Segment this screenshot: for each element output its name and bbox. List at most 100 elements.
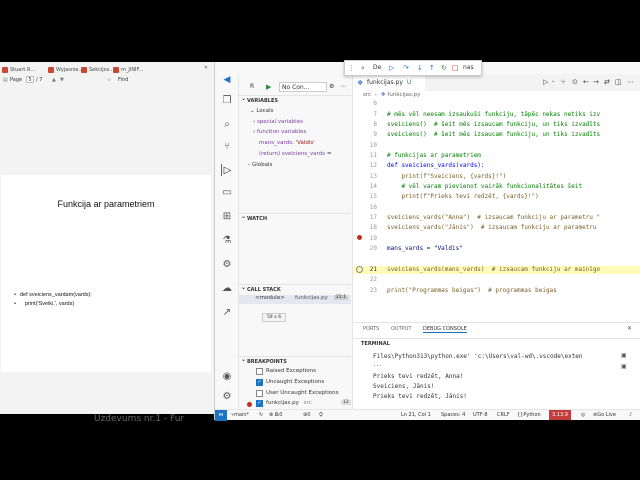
code-line: # vēl varam pievienot vairāk funkcionali…: [387, 183, 583, 190]
launch-config-select[interactable]: No Con...: [279, 82, 327, 92]
line-number: 18: [369, 224, 377, 231]
branch-indicator[interactable]: ⑂ main*: [231, 410, 249, 420]
source-control-icon[interactable]: ⑂: [221, 140, 233, 152]
run-file-icon[interactable]: ▷: [543, 78, 548, 86]
continue-icon[interactable]: ▷: [389, 61, 394, 75]
down-icon[interactable]: ▼: [60, 75, 64, 85]
call-stack-frame[interactable]: <module> funkcijas.py 21:1: [239, 295, 351, 304]
raised-exceptions-checkbox[interactable]: [256, 368, 263, 375]
docker-icon[interactable]: ☁: [221, 282, 233, 294]
breakpoints-section-header[interactable]: BREAKPOINTS: [239, 355, 351, 366]
close-panel-icon[interactable]: ✕: [627, 325, 632, 332]
go-live-button[interactable]: ⊚ Go Live: [593, 410, 616, 420]
call-stack-section-header[interactable]: CALL STACK: [239, 283, 351, 294]
user-uncaught-exceptions-checkbox[interactable]: [256, 390, 263, 397]
settings-gear-icon[interactable]: ⚙: [329, 80, 334, 94]
terminal-section-header[interactable]: TERMINAL: [353, 338, 640, 348]
sidebar-toggle-icon[interactable]: ▤: [3, 75, 8, 85]
search-icon[interactable]: ⌕: [221, 118, 233, 130]
viewer-tab-active[interactable]: m_JINIF...: [112, 65, 148, 75]
line-number: 8: [373, 121, 377, 128]
close-icon[interactable]: ✕: [204, 65, 208, 71]
breakpoint-icon[interactable]: [357, 235, 362, 240]
variables-section-header[interactable]: VARIABLES: [239, 94, 351, 105]
viewer-tab[interactable]: Stuart R...: [1, 65, 53, 75]
back-icon[interactable]: ←: [583, 78, 589, 86]
watch-section-header[interactable]: WATCH: [239, 212, 351, 223]
dropdown-chevron-icon[interactable]: ⌄: [551, 78, 555, 84]
explorer-icon[interactable]: ❐: [221, 94, 233, 106]
page-number-input[interactable]: 5: [26, 76, 34, 83]
account-icon[interactable]: ◉: [221, 370, 233, 382]
variable-item[interactable]: (return) sveiciens_vards =: [259, 151, 331, 157]
compare-icon[interactable]: ⇄: [604, 78, 610, 86]
live-share-icon[interactable]: ↗: [221, 306, 233, 318]
more-actions-icon[interactable]: ⋯: [627, 78, 634, 86]
terminal-debug-icon[interactable]: ▣: [621, 363, 627, 370]
code-line: mans_vards = "Valdis": [387, 245, 463, 252]
encoding[interactable]: UTF-8: [473, 410, 488, 420]
line-ending[interactable]: CRLF: [497, 410, 510, 420]
up-icon[interactable]: ▲: [52, 75, 56, 85]
restart-icon[interactable]: ↻: [441, 61, 447, 75]
line-number: 20: [369, 245, 377, 252]
viewer-toolbar: ▤ Page 5 / 7 ▲ ▼ ⌕ Find: [0, 75, 214, 85]
tab-ports[interactable]: PORTS: [363, 326, 379, 332]
language-mode[interactable]: {} Python: [517, 410, 541, 420]
viewer-tab-strip: Stuart R... Wyjasnie... Sekcijos... m_JI…: [0, 65, 214, 75]
breakpoint-dot-icon: [247, 402, 252, 407]
split-editor-icon[interactable]: ◫: [615, 78, 622, 86]
code-line: sveiciens_vards(mans_vards) # izsaucam f…: [387, 266, 601, 273]
python-icon[interactable]: ⚙: [221, 258, 233, 270]
tab-output[interactable]: OUTPUT: [391, 326, 411, 332]
code-editor[interactable]: 6 7 # mēs vēl neesam izsaukuši funkciju,…: [353, 100, 640, 322]
run-debug-icon[interactable]: ▷: [221, 164, 233, 176]
globals-scope[interactable]: › Globals: [248, 162, 272, 168]
step-out-icon[interactable]: ↑: [429, 61, 435, 75]
remote-indicator-icon[interactable]: ⋈: [215, 410, 227, 421]
step-into-icon[interactable]: ↓: [417, 61, 423, 75]
cursor-position[interactable]: Ln 21, Col 1: [401, 410, 431, 420]
forward-icon[interactable]: →: [593, 78, 599, 86]
sync-icon[interactable]: ↻: [259, 410, 263, 420]
extensions-icon[interactable]: ⊞: [221, 210, 233, 222]
drag-handle-icon[interactable]: ⋮: [348, 61, 355, 75]
file-breakpoint-checkbox[interactable]: ✓: [256, 400, 263, 407]
next-slide-title-partial: Uzdevums nr.1 - Fur: [94, 414, 185, 424]
problems-indicator[interactable]: ⊗ 0 ⚠ 0: [269, 410, 282, 420]
line-number: 15: [369, 193, 377, 200]
python-interpreter[interactable]: 3.13.9: [549, 410, 571, 420]
step-over-icon[interactable]: ↷: [403, 61, 409, 75]
breadcrumb-item[interactable]: funkcijas.py: [387, 92, 420, 98]
notifications-bell-icon[interactable]: ♪: [629, 410, 632, 420]
find-label[interactable]: Find: [118, 75, 128, 85]
locals-scope[interactable]: ⌄ Locals: [250, 108, 273, 114]
terminal-line: Sveiciens, Jānis!: [373, 383, 435, 390]
editor-tab[interactable]: ❖ funkcijas.py U: [353, 74, 425, 91]
run-toolbar: R ▶ No Con... ⚙ ⋯: [239, 80, 351, 94]
variable-item[interactable]: › function variables: [253, 129, 306, 135]
debug-indicator-icon[interactable]: ⛭: [319, 410, 323, 420]
tab-debug-console[interactable]: DEBUG CONSOLE: [423, 326, 467, 333]
code-line: sveiciens() # šeit mēs izsaucam funkciju…: [387, 131, 601, 138]
uncaught-exceptions-checkbox[interactable]: ✓: [256, 379, 263, 386]
terminal-python-icon[interactable]: ▣: [621, 352, 627, 359]
start-debug-icon[interactable]: ▶: [266, 80, 271, 94]
remote-explorer-icon[interactable]: ▭: [221, 186, 233, 198]
indentation[interactable]: Spaces: 4: [441, 410, 465, 420]
variable-item[interactable]: › special variables: [253, 119, 303, 125]
more-actions-icon[interactable]: ⋯: [340, 80, 346, 94]
variable-item[interactable]: mans_vards: 'Valdis': [259, 140, 315, 146]
copilot-icon[interactable]: ◎: [581, 410, 585, 420]
command-center-text[interactable]: De: [373, 61, 381, 75]
source-control-icon[interactable]: ⑂: [561, 78, 565, 86]
code-line: print(f"Prieks tevi redzēt, {vards}!"): [387, 193, 539, 200]
breadcrumb-item[interactable]: src: [363, 92, 371, 98]
open-changes-icon[interactable]: ⊙: [572, 78, 578, 86]
breakpoint-file[interactable]: funkcijas.py src 12: [266, 400, 351, 406]
ports-indicator[interactable]: ⊕ 0: [303, 410, 310, 420]
testing-icon[interactable]: ⚗: [221, 234, 233, 246]
stop-icon[interactable]: □: [452, 61, 459, 75]
manage-gear-icon[interactable]: ⚙: [221, 390, 233, 402]
search-icon[interactable]: ⌕: [108, 75, 111, 85]
